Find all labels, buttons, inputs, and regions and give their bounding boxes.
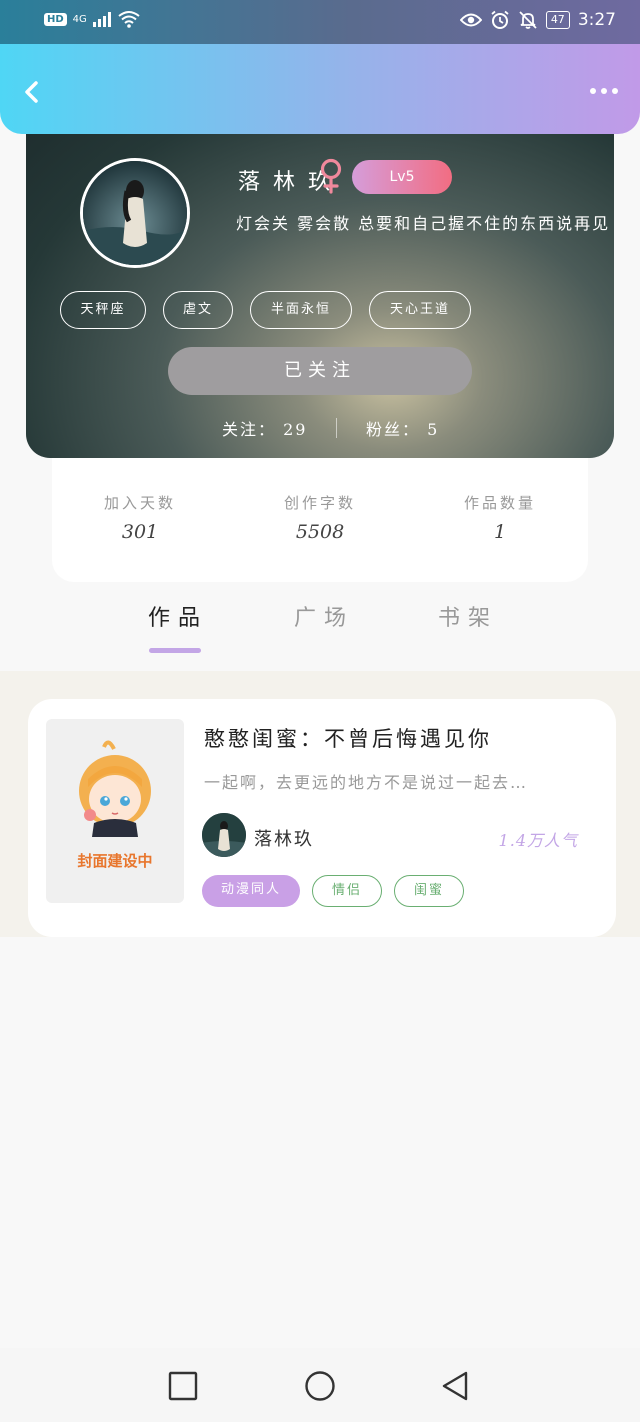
author-avatar[interactable] — [202, 813, 246, 857]
stats-card: 加入天数 301 创作字数 5508 作品数量 1 — [52, 448, 588, 582]
follow-button[interactable]: 已关注 — [168, 347, 472, 395]
tab-square[interactable]: 广场 — [274, 600, 374, 632]
content-tabs: 作品 广场 书架 — [0, 600, 640, 670]
work-tags: 动漫同人 情侣 闺蜜 — [202, 875, 464, 907]
battery-indicator: 47 — [545, 11, 570, 29]
more-options-button[interactable] — [590, 88, 618, 94]
signal-icon — [92, 11, 111, 27]
work-card[interactable]: 封面建设中 憨憨闺蜜：不曾后悔遇见你 一起啊，去更远的地方不是说过一起去… 落林… — [28, 699, 616, 937]
stat-label: 创作字数 — [283, 494, 356, 512]
works-list: 封面建设中 憨憨闺蜜：不曾后悔遇见你 一起啊，去更远的地方不是说过一起去… 落林… — [0, 671, 640, 937]
back-button[interactable] — [18, 78, 46, 106]
stat-label: 加入天数 — [103, 494, 176, 512]
alarm-icon — [491, 10, 509, 29]
cover-illustration — [79, 740, 151, 837]
stat-word-count: 创作字数 5508 — [250, 492, 390, 543]
network-type: 4G — [72, 13, 87, 25]
work-description: 一起啊，去更远的地方不是说过一起去… — [204, 773, 529, 792]
bell-off-icon — [519, 11, 537, 29]
tab-indicator — [149, 648, 201, 653]
author-name[interactable]: 落林玖 — [254, 825, 314, 851]
following-count[interactable]: 关注： 29 — [222, 416, 307, 440]
hd-badge: HD — [44, 12, 67, 26]
stat-works-count: 作品数量 1 — [430, 492, 570, 543]
work-title[interactable]: 憨憨闺蜜：不曾后悔遇见你 — [204, 723, 492, 753]
home-icon — [305, 1371, 335, 1401]
tab-bookshelf[interactable]: 书架 — [418, 600, 518, 632]
more-dots-icon — [590, 88, 596, 94]
fans-count[interactable]: 粉丝： 5 — [366, 416, 439, 440]
recent-apps-button[interactable] — [167, 1370, 199, 1402]
female-icon — [320, 158, 342, 194]
wifi-icon — [118, 11, 140, 28]
author-avatar-image — [202, 813, 246, 857]
avatar-image — [83, 161, 187, 265]
back-triangle-icon — [442, 1371, 468, 1401]
stat-join-days: 加入天数 301 — [70, 492, 210, 543]
stat-value: 1 — [493, 521, 507, 543]
tab-works[interactable]: 作品 — [128, 600, 228, 632]
profile-tag[interactable]: 天心王道 — [369, 291, 471, 329]
back-nav-button[interactable] — [440, 1370, 472, 1402]
status-left: HD 4G — [44, 10, 141, 28]
status-bar: HD 4G 47 3:27 — [0, 0, 640, 44]
level-badge: Lv5 — [352, 160, 452, 194]
system-nav-bar — [0, 1348, 640, 1422]
eye-icon — [459, 13, 482, 27]
profile-card: 落 林 玖 Lv5 灯会关 雾会散 总要和自己握不住的东西说再见 天秤座 虐文 … — [26, 100, 614, 458]
cover-placeholder-text: 封面建设中 — [77, 852, 153, 870]
status-right: 47 3:27 — [459, 10, 616, 30]
divider — [336, 418, 337, 438]
top-app-bar — [0, 44, 640, 134]
work-cover[interactable]: 封面建设中 — [46, 719, 184, 903]
profile-tags: 天秤座 虐文 半面永恒 天心王道 — [60, 291, 471, 329]
stat-value: 301 — [121, 521, 159, 543]
work-tag[interactable]: 情侣 — [312, 875, 382, 907]
work-tag[interactable]: 动漫同人 — [202, 875, 300, 907]
profile-tag[interactable]: 半面永恒 — [250, 291, 352, 329]
popularity-count: 1.4万人气 — [498, 831, 578, 850]
avatar[interactable] — [80, 158, 190, 268]
recent-apps-icon — [168, 1371, 198, 1401]
profile-tag[interactable]: 天秤座 — [60, 291, 146, 329]
follow-stats: 关注： 29 粉丝： 5 — [26, 416, 614, 442]
chevron-left-icon — [25, 81, 38, 103]
stat-value: 5508 — [295, 521, 345, 543]
work-tag[interactable]: 闺蜜 — [394, 875, 464, 907]
clock: 3:27 — [577, 10, 616, 30]
profile-signature: 灯会关 雾会散 总要和自己握不住的东西说再见 — [236, 214, 611, 233]
profile-tag[interactable]: 虐文 — [163, 291, 233, 329]
stat-label: 作品数量 — [463, 494, 536, 512]
home-button[interactable] — [304, 1370, 336, 1402]
